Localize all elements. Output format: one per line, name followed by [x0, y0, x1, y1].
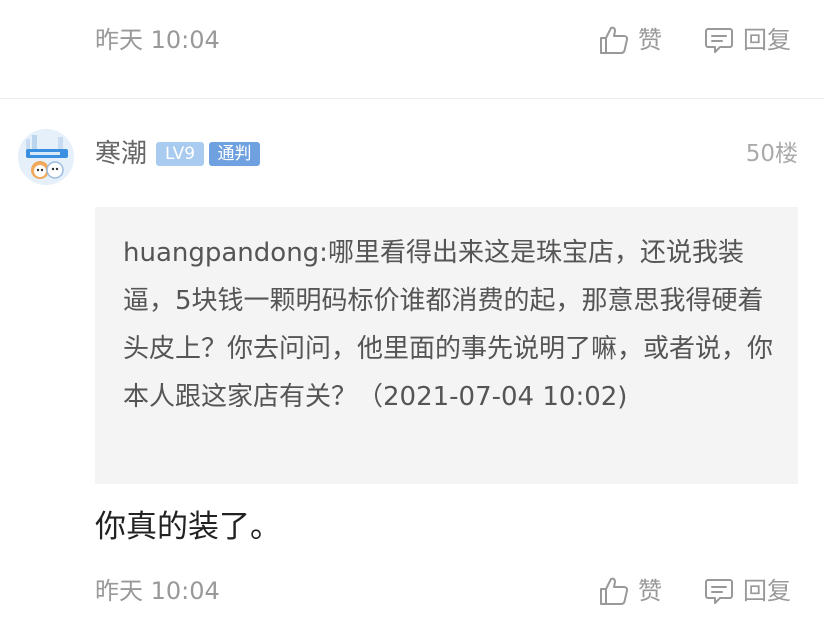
previous-comment-footer: 昨天 10:04 赞 回复: [0, 20, 824, 60]
comment-body: 你真的装了。: [95, 509, 281, 545]
comment-thread: 昨天 10:04 赞 回复 寒潮 LV9 通判 50楼 huangpandong…: [0, 0, 824, 641]
like-button[interactable]: 赞: [598, 22, 662, 58]
quoted-comment-text: huangpandong:哪里看得出来这是珠宝店，还说我装逼，5块钱一颗明码标价…: [123, 238, 774, 412]
like-button[interactable]: 赞: [598, 573, 662, 609]
comment-divider: [0, 98, 824, 99]
reply-label: 回复: [743, 26, 791, 54]
like-label: 赞: [638, 577, 662, 605]
comment-bubble-icon: [705, 28, 733, 53]
quoted-comment[interactable]: huangpandong:哪里看得出来这是珠宝店，还说我装逼，5块钱一颗明码标价…: [95, 207, 798, 484]
comment-footer: 昨天 10:04 赞 回复: [0, 571, 824, 611]
role-badge: 通判: [209, 142, 260, 166]
username[interactable]: 寒潮: [95, 136, 147, 172]
avatar-image: [18, 129, 74, 185]
thumbs-up-icon: [600, 577, 629, 605]
thumbs-up-icon: [600, 26, 629, 54]
level-badge: LV9: [156, 142, 204, 166]
reply-label: 回复: [743, 577, 791, 605]
like-label: 赞: [638, 26, 662, 54]
reply-button[interactable]: 回复: [703, 22, 791, 58]
comment-time: 昨天 10:04: [95, 26, 220, 54]
floor-number: 50楼: [745, 141, 798, 167]
comment-time: 昨天 10:04: [95, 577, 220, 605]
comment-bubble-icon: [705, 579, 733, 604]
avatar[interactable]: [18, 129, 74, 185]
reply-button[interactable]: 回复: [703, 573, 791, 609]
